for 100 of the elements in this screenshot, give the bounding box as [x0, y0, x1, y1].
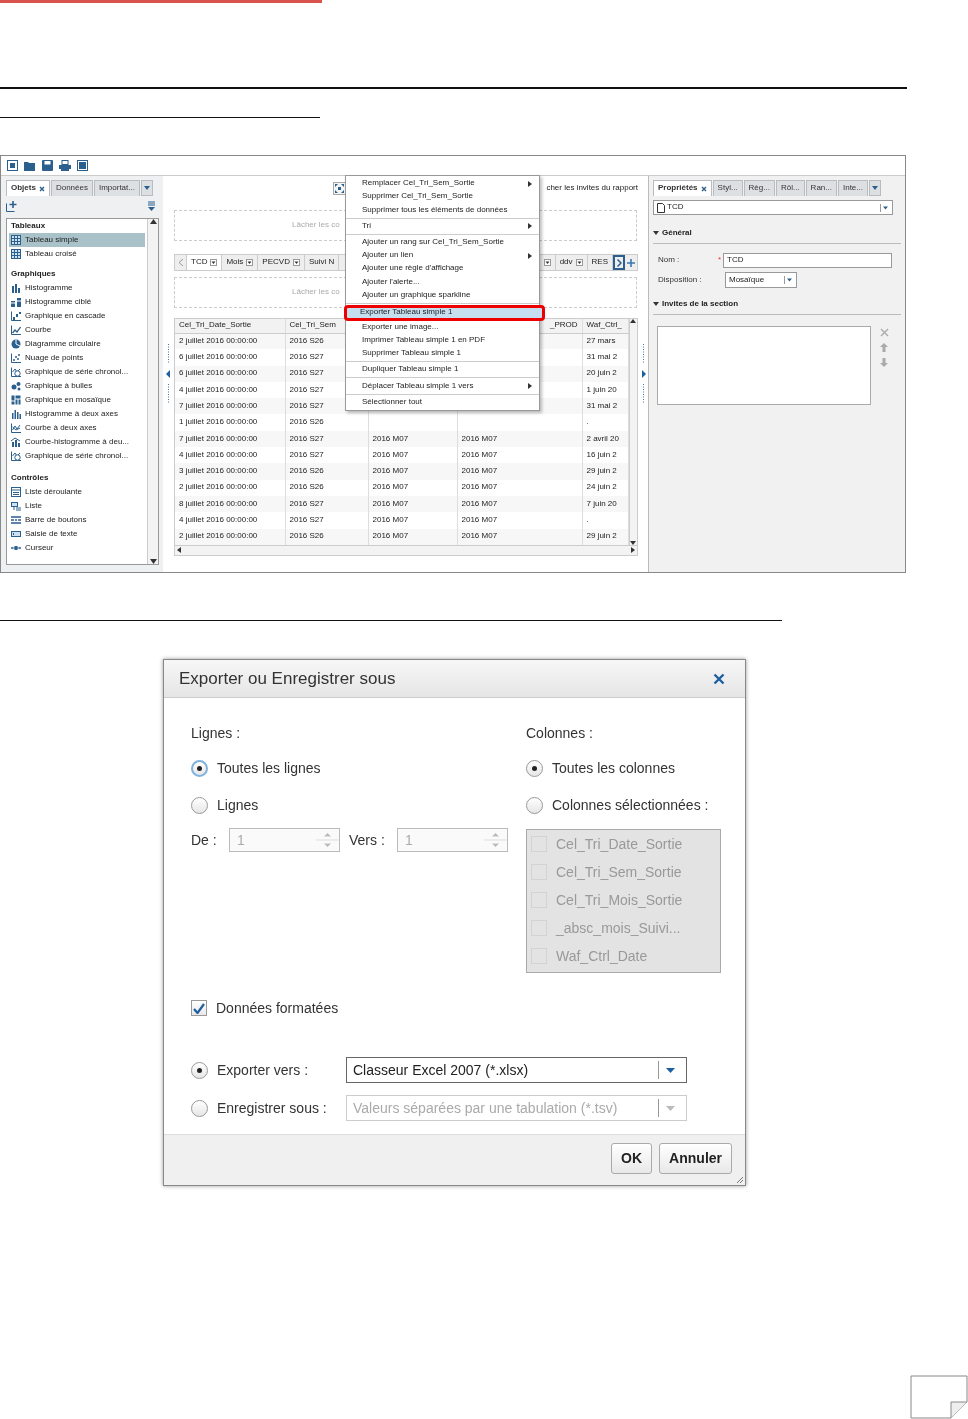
select-value: TCD	[667, 203, 685, 212]
object-list-item[interactable]: Tableau croisé	[9, 247, 145, 261]
page-corner-icon	[910, 1375, 968, 1419]
scroll-up-icon[interactable]	[630, 319, 637, 323]
object-list-item[interactable]: Graphique à bulles	[9, 379, 145, 393]
scroll-right-icon[interactable]	[631, 547, 635, 554]
dropdown-icon[interactable]	[210, 259, 218, 266]
expand-handle-icon[interactable]	[640, 344, 646, 404]
section-tab-background[interactable]: PECVD	[258, 255, 305, 270]
menu-item[interactable]: Ajouter un graphique sparkline	[346, 288, 539, 302]
panel-tab[interactable]: Inte...	[837, 180, 868, 196]
section-tab-background[interactable]: ddv	[555, 255, 588, 270]
menu-item-label: Tri	[362, 221, 372, 231]
layout-select[interactable]: Mosaïque	[725, 272, 797, 288]
scrollbar[interactable]	[147, 219, 158, 564]
menu-item[interactable]: Exporter Tableau simple 1	[344, 304, 545, 321]
panel-tab[interactable]: Rôl...	[775, 180, 805, 196]
add-object-icon[interactable]	[6, 200, 17, 212]
scrollbar[interactable]	[628, 319, 637, 545]
object-list-item[interactable]: Graphique de série chronol...	[9, 365, 145, 379]
add-icon[interactable]	[627, 258, 635, 267]
scroll-left-icon[interactable]	[177, 547, 181, 554]
dropdown-icon[interactable]	[575, 259, 583, 266]
section-header[interactable]: Invites de la section	[653, 298, 901, 315]
panel-tab[interactable]: Règ...	[743, 180, 775, 196]
dropdown-icon[interactable]	[543, 259, 551, 266]
object-list-item[interactable]: Saisie de texte	[9, 527, 145, 541]
format-select[interactable]: Classeur Excel 2007 (*.xlsx)	[346, 1057, 687, 1083]
dropdown-icon[interactable]	[246, 259, 254, 266]
radio-button[interactable]	[191, 759, 208, 777]
object-list-item[interactable]: Histogramme	[9, 281, 145, 295]
panel-tab[interactable]: Styl...	[712, 180, 743, 196]
object-list-item[interactable]: Graphique de série chronol...	[9, 449, 145, 463]
object-list-item[interactable]: Graphique en mosaïque	[9, 393, 145, 407]
radio-button[interactable]	[191, 796, 208, 814]
menu-item[interactable]: Dupliquer Tableau simple 1	[346, 363, 539, 377]
folder-icon[interactable]	[24, 160, 36, 171]
dropdown-icon[interactable]	[292, 259, 300, 266]
object-list-item[interactable]: Nuage de points	[9, 351, 145, 365]
item-label: Curseur	[25, 543, 54, 553]
scroll-up-icon[interactable]	[149, 219, 157, 224]
object-list-item[interactable]: Liste déroulante	[9, 485, 145, 499]
prompt-link[interactable]: cher les invites du rapport	[546, 183, 638, 193]
item-label: Graphique en cascade	[25, 311, 106, 321]
object-list-item[interactable]: Diagramme circulaire	[9, 337, 145, 351]
section-tab-background[interactable]: Mois	[222, 255, 259, 270]
scrollbar[interactable]	[175, 544, 637, 555]
menu-item[interactable]: Remplacer Cel_Tri_Sem_Sortie	[346, 177, 539, 191]
menu-item[interactable]: Ajouter l'alerte...	[346, 275, 539, 289]
option-label: Toutes les colonnes	[552, 758, 675, 778]
menu-item[interactable]: Tri	[346, 219, 539, 233]
printer-icon[interactable]	[59, 160, 71, 171]
close-icon[interactable]	[713, 672, 725, 685]
document-icon[interactable]	[7, 160, 18, 171]
object-list-item[interactable]: Histogramme ciblé	[9, 295, 145, 309]
option-label: Exporter vers :	[217, 1060, 309, 1080]
collapse-handle-icon[interactable]	[166, 344, 171, 404]
close-icon[interactable]	[700, 185, 707, 192]
tab-menu-button[interactable]	[140, 180, 153, 196]
menu-item[interactable]: Ajouter un lien	[346, 248, 539, 263]
menu-item[interactable]: Supprimer Cel_Tri_Sem_Sortie	[346, 190, 539, 204]
dialog-button[interactable]: OK	[611, 1142, 653, 1174]
resize-grip-icon[interactable]	[734, 1174, 744, 1184]
checkbox[interactable]	[191, 1000, 207, 1016]
name-field[interactable]: TCD	[723, 252, 892, 268]
object-list-item[interactable]: Tableau simple	[9, 233, 145, 247]
scroll-down-icon[interactable]	[149, 559, 157, 564]
section-tab-background[interactable]: Suivi N	[304, 255, 340, 270]
section-tab-background[interactable]: RES	[587, 255, 613, 270]
close-icon[interactable]	[38, 185, 45, 192]
window-icon[interactable]	[77, 160, 88, 171]
section-header[interactable]: Général	[653, 227, 901, 244]
item-label: Barre de boutons	[25, 515, 87, 525]
panel-tab[interactable]: Ran...	[805, 180, 837, 196]
menu-item[interactable]: Ajouter une règle d'affichage	[346, 262, 539, 276]
tab-label: Objets	[11, 184, 36, 193]
object-list-item[interactable]: Graphique en cascade	[9, 309, 145, 323]
scroll-right-button[interactable]	[613, 255, 625, 270]
object-list-item[interactable]: Histogramme à deux axes	[9, 407, 145, 421]
filter-icon[interactable]	[148, 201, 155, 211]
save-icon[interactable]	[42, 160, 53, 171]
object-list-item[interactable]: Liste	[9, 499, 145, 513]
object-list-item[interactable]: Curseur	[9, 541, 145, 555]
dialog-button[interactable]: Annuler	[659, 1142, 732, 1174]
object-list-item[interactable]: Barre de boutons	[9, 513, 145, 527]
table-cell: 31 mai 2	[582, 349, 628, 366]
radio-button[interactable]	[191, 1061, 208, 1079]
panel-tab-background[interactable]: Objets	[6, 180, 50, 196]
menu-item[interactable]: Déplacer Tableau simple 1 vers	[346, 379, 539, 393]
object-list-item[interactable]: Courbe-histogramme à deu...	[9, 435, 145, 449]
panel-tab[interactable]: Importat...	[93, 180, 140, 196]
object-select[interactable]: TCD	[653, 200, 893, 215]
object-list-item[interactable]: Courbe à deux axes	[9, 421, 145, 435]
column-header[interactable]: Cel_Tri_Date_Sortie	[175, 319, 285, 333]
panel-tab-background[interactable]: Propriétés	[653, 180, 712, 196]
section-tab-background[interactable]: TCD	[187, 255, 223, 270]
object-list-item[interactable]: Courbe	[9, 323, 145, 337]
panel-tab[interactable]: Données	[50, 180, 93, 196]
tab-menu-button[interactable]	[868, 180, 881, 196]
column-header[interactable]: Waf_Ctrl_	[582, 319, 628, 333]
